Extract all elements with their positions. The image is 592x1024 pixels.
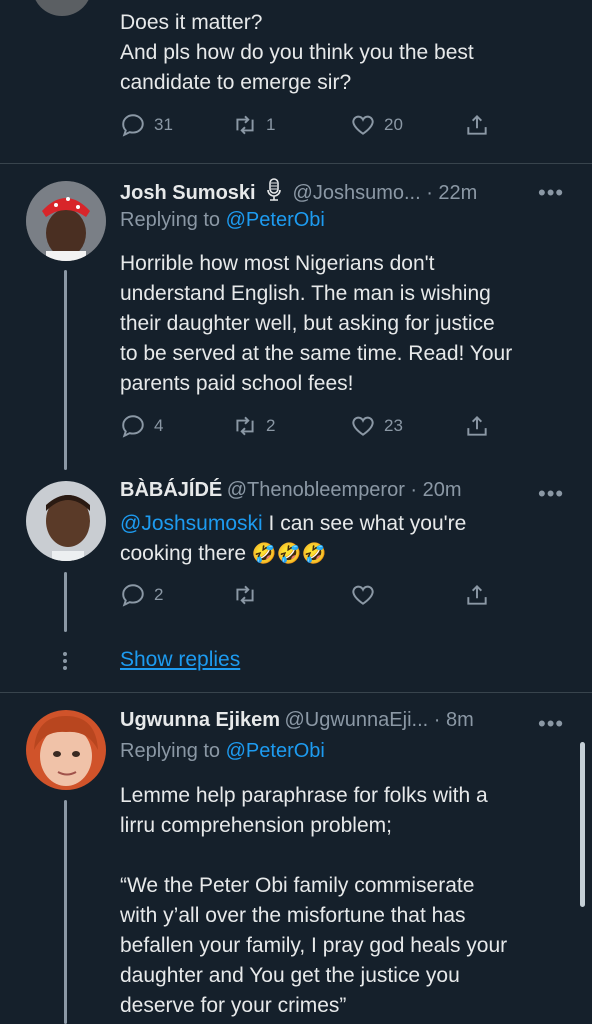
avatar-image [26, 710, 106, 790]
retweet-button[interactable]: 1 [232, 112, 275, 138]
show-replies-link[interactable]: Show replies [120, 648, 240, 672]
handle-time: @Thenobleemperor · 20m [226, 479, 462, 501]
like-count: 23 [384, 416, 403, 435]
tweet-line: And pls how do you think you the best [120, 41, 474, 64]
share-icon [467, 114, 487, 135]
more-options-icon[interactable]: ••• [538, 711, 564, 737]
tweet-text: Does it matter? And pls how do you think… [120, 8, 474, 98]
tweet-line: with y’all over the misfortune that has [120, 904, 466, 927]
mention-link[interactable]: @Joshsumoski [120, 512, 263, 535]
display-name[interactable]: Ugwunna Ejikem [120, 709, 280, 731]
tweet-line: I can see what you're [262, 512, 467, 535]
mention-link[interactable]: @PeterObi [226, 740, 325, 762]
heart-icon [352, 585, 374, 605]
laughing-emoji: 🤣🤣🤣 [251, 543, 327, 565]
tweet-line [120, 841, 507, 871]
like-button[interactable] [350, 582, 376, 608]
share-button[interactable] [464, 112, 490, 138]
tweet-line: Horrible how most Nigerians don't [120, 252, 435, 275]
avatar-image [26, 181, 106, 261]
reply-icon [122, 584, 144, 607]
reply-count: 31 [154, 115, 173, 134]
tweet-text: Horrible how most Nigerians don't unders… [120, 249, 512, 399]
retweet-count: 2 [266, 416, 276, 435]
tweet-text: @Joshsumoski I can see what you're cooki… [120, 509, 466, 569]
tweet-line: candidate to emerge sir? [120, 71, 352, 94]
thread-line [64, 800, 67, 1024]
tweet-line: Does it matter? [120, 11, 263, 34]
reply-icon [122, 114, 144, 137]
divider [0, 692, 592, 693]
thread-line [64, 270, 67, 470]
like-count: 20 [384, 115, 403, 134]
tweet-line: cooking there [120, 542, 252, 565]
replying-to-label: Replying to [120, 209, 226, 231]
vertical-dots-icon [62, 651, 68, 671]
tweet-line: lirru comprehension problem; [120, 814, 392, 837]
retweet-icon [236, 416, 254, 436]
share-button[interactable] [464, 582, 490, 608]
tweet-line: befallen your family, I pray god heals y… [120, 934, 508, 957]
share-icon [467, 584, 487, 605]
avatar[interactable] [26, 181, 106, 261]
share-icon [467, 415, 487, 436]
like-button[interactable]: 20 [350, 112, 403, 138]
avatar[interactable] [32, 0, 92, 16]
mention-link[interactable]: @PeterObi [226, 209, 325, 231]
avatar[interactable] [26, 481, 106, 561]
reply-button[interactable]: 4 [120, 413, 163, 439]
tweet-line: their daughter well, but asking for just… [120, 312, 495, 335]
retweet-icon [236, 115, 254, 135]
retweet-count: 1 [266, 115, 276, 134]
reply-count: 4 [154, 416, 164, 435]
heart-icon [352, 416, 374, 436]
more-options-icon[interactable]: ••• [538, 481, 564, 507]
microphone-icon [266, 178, 282, 207]
like-button[interactable]: 23 [350, 413, 403, 439]
scrollbar[interactable] [580, 742, 585, 907]
share-button[interactable] [464, 413, 490, 439]
avatar-image [26, 481, 106, 561]
divider [0, 163, 592, 164]
tweet-line: understand English. The man is wishing [120, 282, 491, 305]
retweet-icon [236, 585, 254, 605]
reply-button[interactable]: 2 [120, 582, 163, 608]
tweet-text: Lemme help paraphrase for folks with a l… [120, 781, 507, 1021]
display-name[interactable]: BÀBÁJÍDÉ [120, 479, 222, 501]
tweet-line: daughter and You get the justice you [120, 964, 460, 987]
retweet-button[interactable] [232, 582, 258, 608]
handle-time: @UgwunnaEji... · 8m [284, 709, 474, 731]
reply-count: 2 [154, 585, 164, 604]
replying-to-label: Replying to [120, 740, 226, 762]
thread-line [64, 572, 67, 632]
tweet-line: “We the Peter Obi family commiserate [120, 874, 475, 897]
heart-icon [352, 115, 374, 135]
tweet-line: deserve for your crimes” [120, 994, 347, 1017]
tweet-line: parents paid school fees! [120, 372, 354, 395]
reply-icon [122, 415, 144, 438]
more-options-icon[interactable]: ••• [538, 180, 564, 206]
reply-button[interactable]: 31 [120, 112, 173, 138]
tweet-line: to be served at the same time. Read! You… [120, 342, 513, 365]
avatar[interactable] [26, 710, 106, 790]
handle-time: @Joshsumo... · 22m [292, 182, 478, 204]
tweet-line: Lemme help paraphrase for folks with a [120, 784, 488, 807]
display-name[interactable]: Josh Sumoski [120, 182, 256, 204]
retweet-button[interactable]: 2 [232, 413, 275, 439]
